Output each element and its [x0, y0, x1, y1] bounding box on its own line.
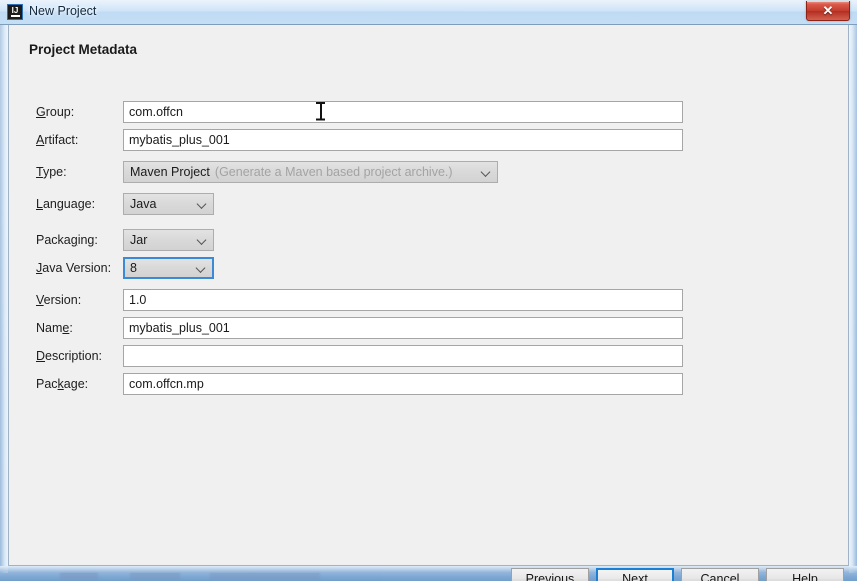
new-project-dialog: IJ New Project ✕ Project Metadata Group:… — [0, 0, 857, 581]
text-cursor-icon — [316, 102, 325, 120]
label-language: Language: — [36, 197, 96, 211]
chevron-down-icon — [482, 168, 491, 177]
label-name: Name: — [36, 321, 73, 335]
close-glyph: ✕ — [822, 3, 834, 18]
title-bar[interactable]: IJ New Project ✕ — [0, 0, 857, 25]
packaging-dropdown[interactable]: Jar — [123, 229, 214, 251]
language-dropdown[interactable]: Java — [123, 193, 214, 215]
window-frame-left — [0, 25, 8, 573]
type-dropdown-hint: (Generate a Maven based project archive.… — [214, 165, 453, 179]
type-dropdown-value: Maven Project — [130, 165, 210, 179]
previous-button[interactable]: Previous — [511, 568, 589, 581]
window-title: New Project — [29, 4, 97, 18]
label-description: Description: — [36, 349, 103, 363]
window-frame-right — [849, 25, 857, 573]
close-icon[interactable]: ✕ — [806, 1, 850, 21]
label-type: Type: — [36, 165, 67, 179]
label-packaging: Packaging: — [36, 233, 98, 247]
java_version-dropdown[interactable]: 8 — [123, 257, 214, 279]
group-input[interactable]: com.offcn — [123, 101, 683, 123]
page-title: Project Metadata — [29, 42, 138, 57]
label-artifact: Artifact: — [36, 133, 79, 147]
intellij-idea-icon: IJ — [7, 4, 23, 20]
version-input[interactable]: 1.0 — [123, 289, 683, 311]
chevron-down-icon — [198, 200, 207, 209]
label-package: Package: — [36, 377, 89, 391]
name-input[interactable]: mybatis_plus_001 — [123, 317, 683, 339]
artifact-input[interactable]: mybatis_plus_001 — [123, 129, 683, 151]
type-dropdown[interactable]: Maven Project (Generate a Maven based pro… — [123, 161, 498, 183]
description-input[interactable] — [123, 345, 683, 367]
label-version: Version: — [36, 293, 82, 307]
cancel-button[interactable]: Cancel — [681, 568, 759, 581]
chevron-down-icon — [198, 236, 207, 245]
label-java_version: Java Version: — [36, 261, 112, 275]
packaging-dropdown-value: Jar — [130, 233, 148, 247]
chevron-down-icon — [197, 264, 206, 273]
dialog-content: Project Metadata Group: com.offcn Artifact… — [8, 25, 849, 581]
language-dropdown-value: Java — [130, 197, 157, 211]
java_version-dropdown-value: 8 — [130, 261, 137, 275]
package-input[interactable]: com.offcn.mp — [123, 373, 683, 395]
help-button[interactable]: Help — [766, 568, 844, 581]
label-group: Group: — [36, 105, 75, 119]
next-button[interactable]: Next — [596, 568, 674, 581]
